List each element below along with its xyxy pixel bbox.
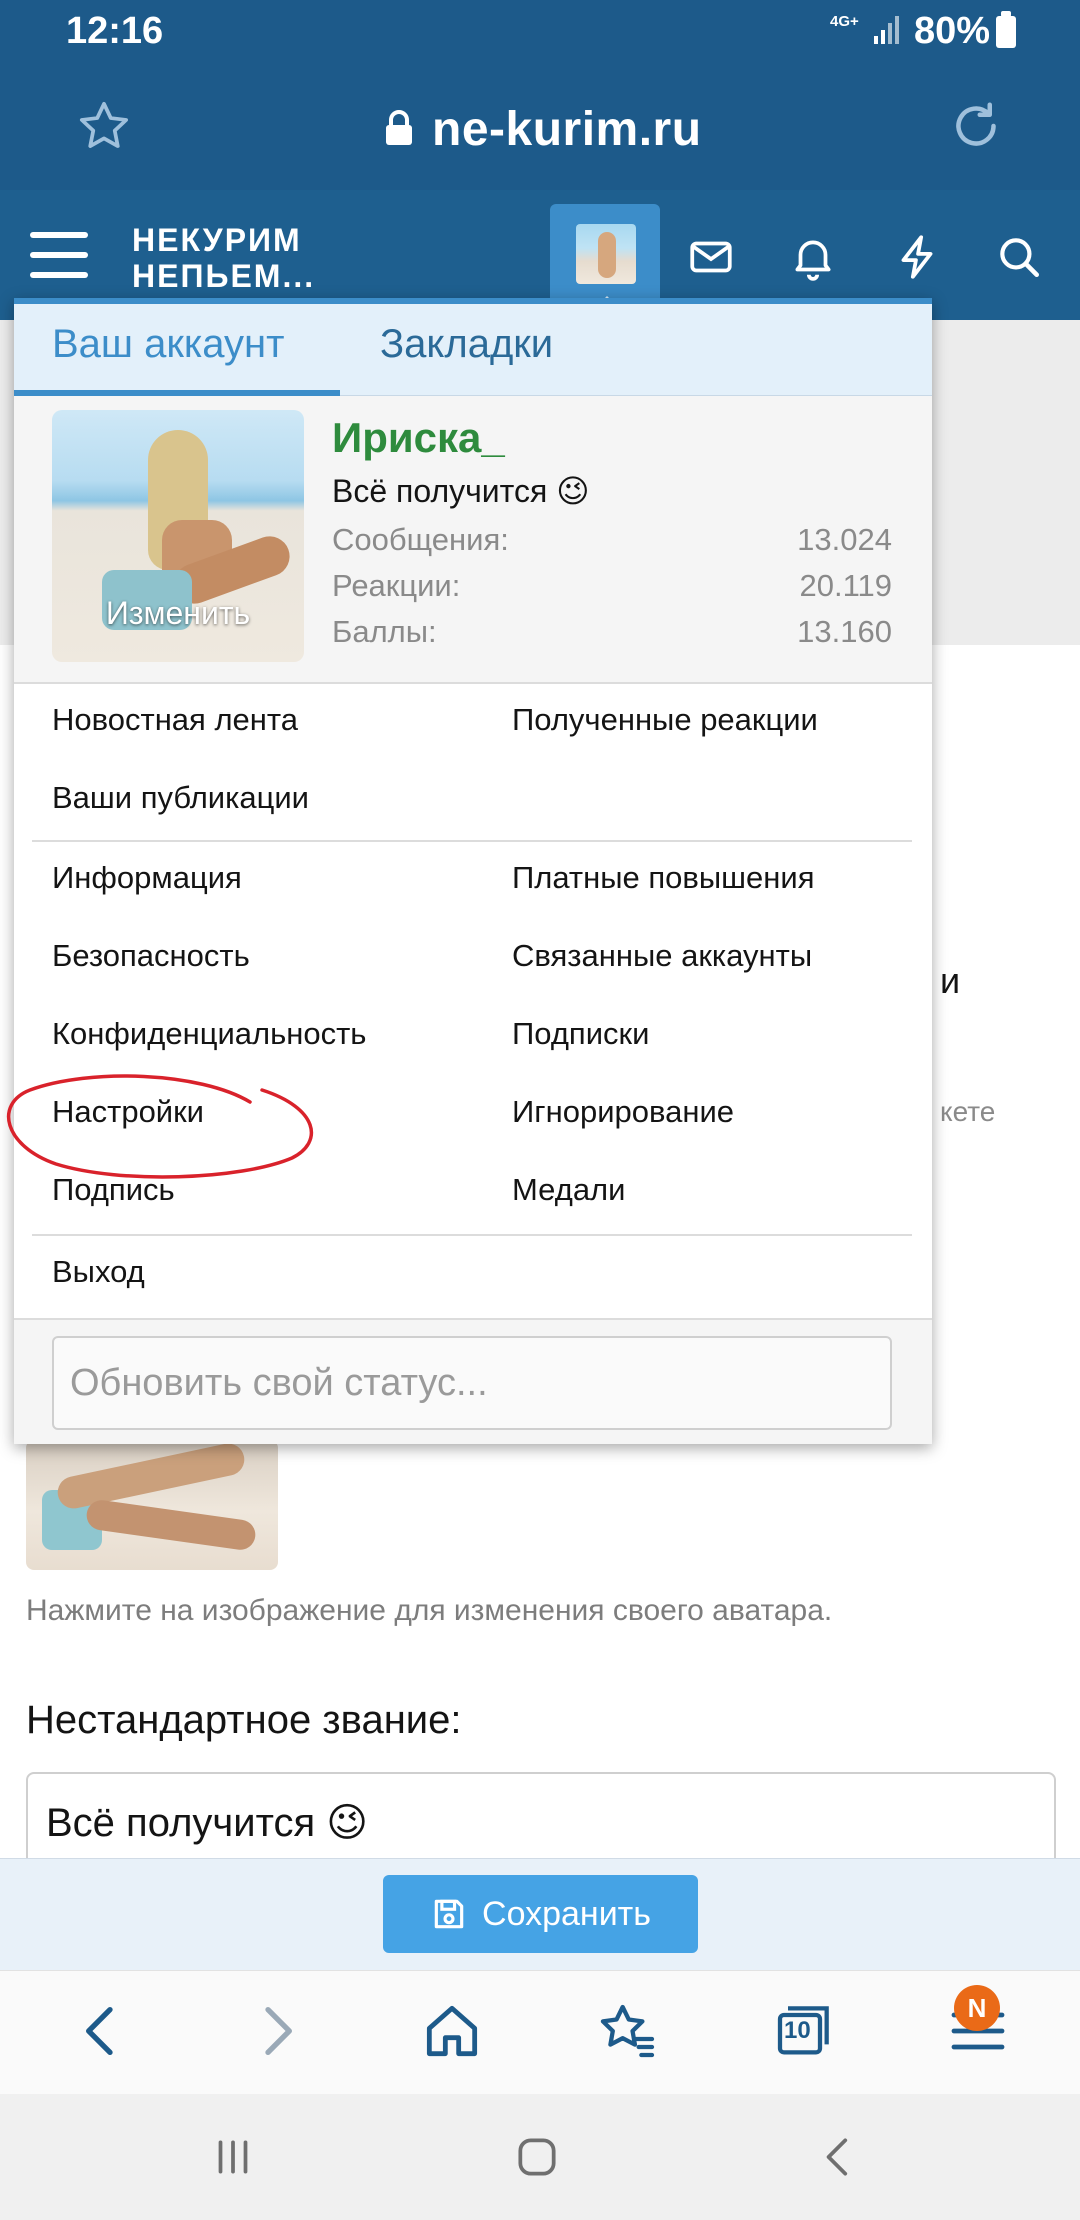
system-back-icon[interactable] — [814, 2132, 864, 2182]
lightning-icon[interactable] — [892, 232, 942, 282]
account-menu-tabs: Ваш аккаунт Закладки — [14, 304, 932, 396]
home-icon[interactable] — [420, 1999, 484, 2063]
bell-icon[interactable] — [788, 232, 838, 282]
logo-line-1: НЕКУРИМ — [132, 222, 302, 258]
recent-apps-icon[interactable] — [208, 2132, 258, 2182]
link-security[interactable]: Безопасность — [52, 938, 250, 974]
save-button[interactable]: Сохранить — [383, 1875, 698, 1953]
save-bar: Сохранить — [0, 1858, 1080, 1970]
browser-toolbar: 10 N — [0, 1970, 1080, 2094]
link-medals[interactable]: Медали — [512, 1172, 625, 1208]
mail-icon[interactable] — [686, 232, 736, 282]
account-avatar-thumb — [576, 224, 636, 284]
photo-change-label[interactable]: Изменить — [52, 595, 304, 632]
link-news-feed[interactable]: Новостная лента — [52, 702, 298, 738]
battery-icon — [996, 11, 1016, 48]
site-logo[interactable]: НЕКУРИМ НЕПЬЕМ... — [132, 222, 315, 294]
lock-icon — [386, 110, 412, 145]
forward-icon[interactable] — [244, 1999, 308, 2063]
link-logout[interactable]: Выход — [52, 1254, 145, 1290]
reload-icon[interactable] — [946, 96, 1006, 156]
signal-icon — [874, 16, 899, 44]
stat-reactions: Реакции: 20.119 — [332, 568, 892, 604]
stat-label: Баллы: — [332, 614, 437, 649]
divider — [32, 1234, 912, 1236]
tab-bookmarks[interactable]: Закладки — [380, 322, 553, 367]
search-icon[interactable] — [994, 232, 1044, 282]
url-text[interactable]: ne-kurim.ru — [432, 102, 702, 157]
page-heading-fragment: и — [940, 960, 961, 1001]
stat-value: 20.119 — [799, 568, 892, 603]
profile-summary: Изменить Ириска_ Всё получится 😉 Сообщен… — [14, 396, 932, 684]
link-privacy[interactable]: Конфиденциальность — [52, 1016, 366, 1052]
stat-value: 13.024 — [797, 522, 892, 557]
link-information[interactable]: Информация — [52, 860, 242, 896]
bookmark-star-icon[interactable] — [76, 98, 132, 154]
link-connected-accounts[interactable]: Связанные аккаунты — [512, 938, 812, 974]
account-dropdown: Ваш аккаунт Закладки Изменить Ириска_ Вс… — [14, 298, 932, 1444]
floppy-disk-icon — [434, 1899, 464, 1929]
link-paid-upgrades[interactable]: Платные повышения — [512, 860, 815, 896]
avatar-hint-text: Нажмите на изображение для изменения сво… — [26, 1594, 833, 1627]
link-received-reactions[interactable]: Полученные реакции — [512, 702, 818, 738]
stat-value: 13.160 — [797, 614, 892, 649]
link-your-content[interactable]: Ваши публикации — [52, 780, 309, 816]
stat-points: Баллы: 13.160 — [332, 614, 892, 650]
status-input[interactable] — [52, 1336, 892, 1430]
stat-label: Реакции: — [332, 568, 461, 603]
stat-messages: Сообщения: 13.024 — [332, 522, 892, 558]
divider — [32, 840, 912, 842]
profile-photo[interactable]: Изменить — [52, 410, 304, 662]
menu-badge: N — [954, 1985, 1000, 2031]
bookmarks-icon[interactable] — [596, 1999, 660, 2063]
battery-percent: 80% — [914, 10, 991, 52]
browser-url-bar: ne-kurim.ru — [0, 64, 1080, 190]
tab-your-account[interactable]: Ваш аккаунт — [52, 322, 284, 367]
tabs-count: 10 — [784, 2017, 811, 2044]
logo-line-2: НЕПЬЕМ... — [132, 258, 316, 294]
home-button-icon[interactable] — [512, 2132, 562, 2182]
status-update-area — [14, 1318, 932, 1444]
page-text-fragment: кете — [940, 1096, 996, 1127]
status-time: 12:16 — [66, 10, 164, 52]
link-ignoring[interactable]: Игнорирование — [512, 1094, 734, 1130]
tabs-button[interactable]: 10 — [772, 1999, 836, 2063]
page-avatar-image[interactable] — [26, 1440, 278, 1570]
username[interactable]: Ириска_ — [332, 414, 505, 462]
custom-title-label: Нестандартное звание: — [26, 1698, 462, 1742]
account-avatar-tab[interactable] — [550, 204, 660, 308]
user-title: Всё получится 😉 — [332, 473, 590, 509]
back-icon[interactable] — [70, 1999, 134, 2063]
save-button-label: Сохранить — [482, 1894, 651, 1933]
network-type: 4G+ — [830, 13, 859, 30]
status-bar: 12:16 4G+ 80% — [0, 0, 1080, 64]
annotation-circle — [6, 1074, 314, 1179]
system-nav-bar — [0, 2094, 1080, 2220]
stat-label: Сообщения: — [332, 522, 509, 557]
link-following[interactable]: Подписки — [512, 1016, 649, 1052]
hamburger-menu-icon[interactable] — [30, 232, 88, 278]
